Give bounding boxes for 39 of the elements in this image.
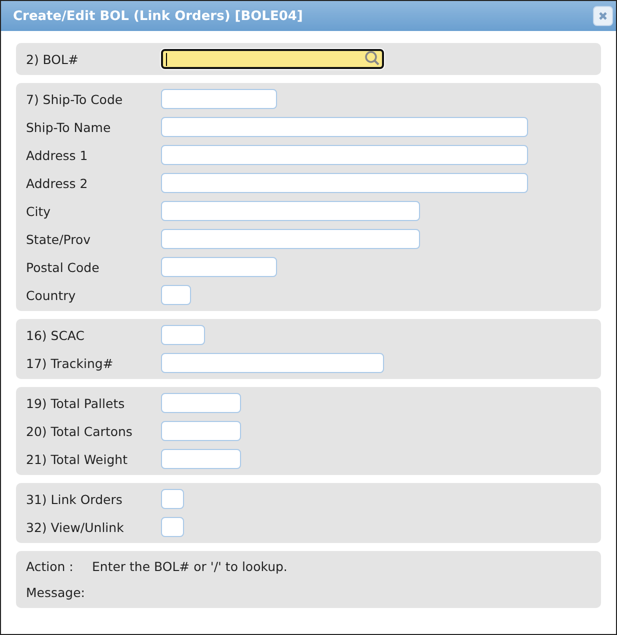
field-label: State/Prov (26, 232, 92, 246)
input-field[interactable] (161, 173, 528, 193)
close-icon (598, 11, 608, 21)
field-label: City (26, 204, 52, 218)
lookup-field[interactable] (161, 49, 384, 69)
field-label: Ship-To Name (26, 120, 112, 134)
input-field[interactable] (161, 449, 241, 469)
message-label: Message: (26, 585, 85, 600)
input-field[interactable] (161, 117, 528, 137)
field-label: Country (26, 288, 77, 302)
input-field[interactable] (161, 421, 241, 441)
input-field[interactable] (161, 201, 420, 221)
field-label: 19) Total Pallets (26, 396, 126, 410)
field-label: 20) Total Cartons (26, 424, 134, 438)
input-field[interactable] (161, 89, 277, 109)
input-field[interactable] (161, 145, 528, 165)
input-field[interactable] (161, 229, 420, 249)
field-label: 31) Link Orders (26, 492, 124, 506)
input-field[interactable] (161, 489, 184, 509)
field-label: 2) BOL# (26, 52, 80, 66)
field-label: 16) SCAC (26, 328, 86, 342)
field-label: Postal Code (26, 260, 100, 274)
action-text: Enter the BOL# or '/' to lookup. (92, 559, 288, 574)
input-field[interactable] (161, 285, 191, 305)
input-field[interactable] (161, 393, 241, 413)
field-label: Address 1 (26, 148, 89, 162)
field-label: 7) Ship-To Code (26, 92, 124, 106)
window-title: Create/Edit BOL (Link Orders) [BOLE04] (13, 8, 303, 24)
input-field[interactable] (161, 353, 384, 373)
close-button[interactable] (593, 6, 613, 26)
input-field[interactable] (161, 517, 184, 537)
field-label: 17) Tracking# (26, 356, 114, 370)
action-label: Action : (26, 559, 74, 574)
input-field[interactable] (161, 257, 277, 277)
field-label: Address 2 (26, 176, 89, 190)
field-label: 21) Total Weight (26, 452, 128, 466)
search-icon (364, 50, 380, 66)
field-label: 32) View/Unlink (26, 520, 125, 534)
input-field[interactable] (161, 325, 205, 345)
